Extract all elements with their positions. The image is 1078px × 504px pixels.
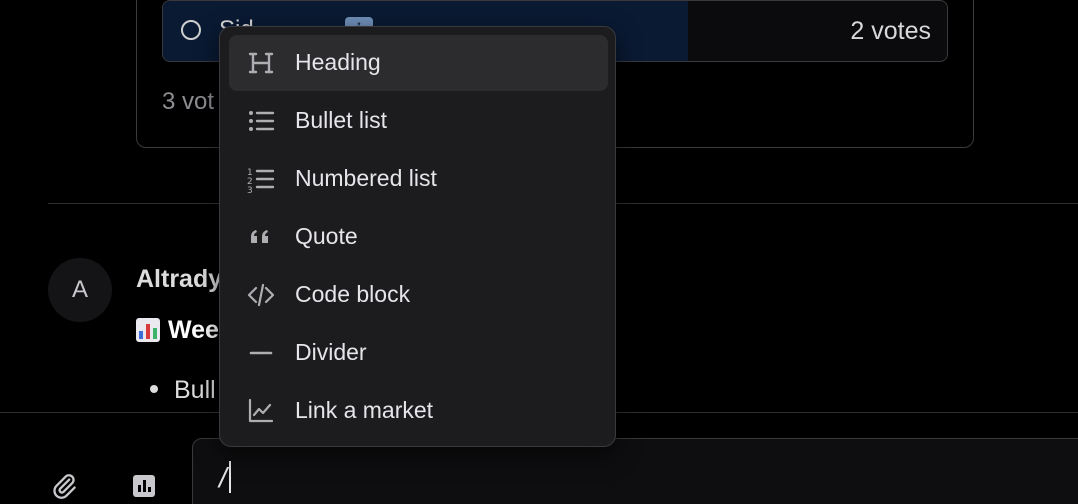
message-input[interactable]: / — [192, 438, 1078, 504]
menu-item-numbered-list[interactable]: 1 2 3 Numbered list — [229, 151, 608, 207]
svg-text:3: 3 — [247, 186, 253, 193]
message-title-text: Wee — [168, 316, 219, 344]
create-poll-button[interactable] — [132, 474, 156, 498]
divider-icon — [249, 351, 273, 355]
bullet-list-icon — [249, 111, 275, 131]
menu-item-label: Quote — [295, 223, 358, 249]
heading-icon — [248, 52, 274, 74]
poll-icon — [133, 475, 155, 497]
message-title: Wee — [136, 316, 219, 345]
menu-item-label: Heading — [295, 49, 381, 75]
menu-item-code-block[interactable]: Code block — [229, 267, 608, 323]
text-caret — [228, 461, 231, 493]
bar-chart-emoji-icon — [136, 318, 160, 342]
message-author[interactable]: Altrady — [136, 265, 222, 294]
menu-item-label: Bullet list — [295, 107, 388, 133]
menu-item-heading[interactable]: Heading — [229, 35, 608, 91]
chart-line-icon — [248, 398, 274, 423]
quote-icon — [251, 230, 268, 243]
slash-command-menu: Heading Bullet list 1 2 3 Numbered list … — [219, 26, 616, 447]
chat-page: Sid ℹ 2 votes 3 vot A Altrady Wee Bull / — [0, 0, 1078, 504]
code-block-icon — [247, 283, 275, 307]
attach-button[interactable] — [50, 472, 78, 500]
menu-item-quote[interactable]: Quote — [229, 209, 608, 265]
menu-item-link-market[interactable]: Link a market — [229, 383, 608, 439]
menu-item-label: Numbered list — [295, 165, 437, 191]
message-bullet-item: Bull — [150, 376, 216, 405]
message-input-value: / — [219, 462, 227, 493]
paperclip-icon — [53, 474, 76, 499]
poll-total-votes: 3 vot — [162, 88, 215, 115]
menu-item-bullet-list[interactable]: Bullet list — [229, 93, 608, 149]
message-bullet-text: Bull — [174, 376, 216, 404]
menu-item-label: Code block — [295, 281, 411, 307]
poll-radio-button[interactable] — [181, 20, 201, 40]
poll-option-votes: 2 votes — [850, 17, 931, 45]
menu-item-label: Link a market — [295, 397, 434, 423]
menu-item-label: Divider — [295, 339, 367, 365]
message-input-text[interactable]: / — [219, 461, 231, 494]
avatar[interactable]: A — [48, 258, 112, 322]
menu-item-divider[interactable]: Divider — [229, 325, 608, 381]
numbered-list-icon: 1 2 3 — [247, 168, 275, 193]
bullet-dot — [150, 385, 158, 393]
